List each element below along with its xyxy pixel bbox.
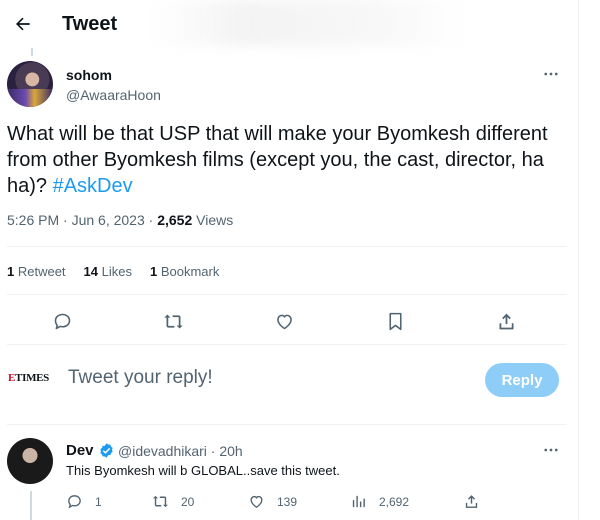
retweets-stat[interactable]: 1 Retweet [7,264,66,279]
reply-author-name: Dev [66,442,94,459]
share-icon [465,495,478,508]
reply-icon [68,495,81,509]
logo-text: TIMES [15,372,50,384]
reply-retweets-count: 20 [181,494,195,509]
retweet-icon [153,495,168,508]
tweet-actions [0,306,578,336]
reply-icon [54,313,70,329]
likes-count: 14 [83,264,99,279]
reply-button[interactable] [47,306,77,336]
like-button[interactable] [269,306,299,336]
verified-icon [99,443,113,458]
divider [7,294,567,295]
back-button[interactable] [8,9,38,39]
retweets-label: Retweet [14,264,66,279]
account-logo: ETIMES [8,372,54,390]
author-name[interactable]: sohom [66,67,112,83]
reply-replies-count: 1 [95,494,102,509]
divider [7,246,567,247]
reply-share-button[interactable] [463,493,480,510]
thread-line [30,491,32,520]
divider [7,344,567,345]
likes-stat[interactable]: 14 Likes [84,264,132,279]
tweet-text: What will be that USP that will make you… [7,121,567,199]
reply-handle[interactable]: @idevadhikari · 20h [118,443,243,459]
author-handle[interactable]: @AwaaraHoon [66,87,161,103]
tweet-meta: 5:26 PM · Jun 6, 2023 · 2,652 Views [7,212,233,228]
bookmarks-stat[interactable]: 1 Bookmark [150,264,219,279]
share-icon [499,313,513,329]
retweet-icon [163,314,183,328]
views-count: 2,652 [157,212,193,228]
reply-reply-button[interactable]: 1 [66,493,102,510]
more-icon [544,448,558,452]
more-button[interactable] [541,64,561,84]
avatar[interactable] [7,438,53,484]
retweet-button[interactable] [158,306,188,336]
timestamp[interactable]: 5:26 PM · Jun 6, 2023 · [7,212,157,228]
tweet-stats: 1 Retweet 14 Likes 1 Bookmark [7,264,237,279]
bookmark-icon [388,312,402,330]
reply-author[interactable]: Dev [66,442,115,459]
like-icon [276,314,292,329]
reply-more-button[interactable] [541,440,561,460]
like-icon [250,495,263,508]
back-arrow-icon [16,17,30,31]
reply-views-count: 2,692 [379,494,410,509]
reply-text: This Byomkesh will b GLOBAL..save this t… [66,463,340,478]
divider [7,424,567,425]
likes-label: Likes [98,264,132,279]
share-button[interactable] [491,306,521,336]
page-title: Tweet [62,13,118,35]
reply-input[interactable] [68,367,468,389]
views-icon [352,495,365,508]
more-icon [544,72,558,76]
tweet-page: Tweet sohom @AwaaraHoon What will be tha… [0,0,579,520]
reply-retweet-button[interactable]: 20 [152,493,194,510]
reply-like-button[interactable]: 139 [248,493,297,510]
logo-letter: E [8,372,16,384]
reply-submit-button[interactable]: Reply [485,363,559,397]
views-label: Views [192,212,234,228]
bookmark-button[interactable] [380,306,410,336]
reply-likes-count: 139 [277,494,298,509]
hashtag-link[interactable]: #AskDev [53,175,133,197]
avatar[interactable] [7,61,53,107]
reply-views-button[interactable]: 2,692 [350,493,409,510]
bookmarks-label: Bookmark [157,264,220,279]
header: Tweet [0,0,578,50]
thread-line [31,48,33,56]
